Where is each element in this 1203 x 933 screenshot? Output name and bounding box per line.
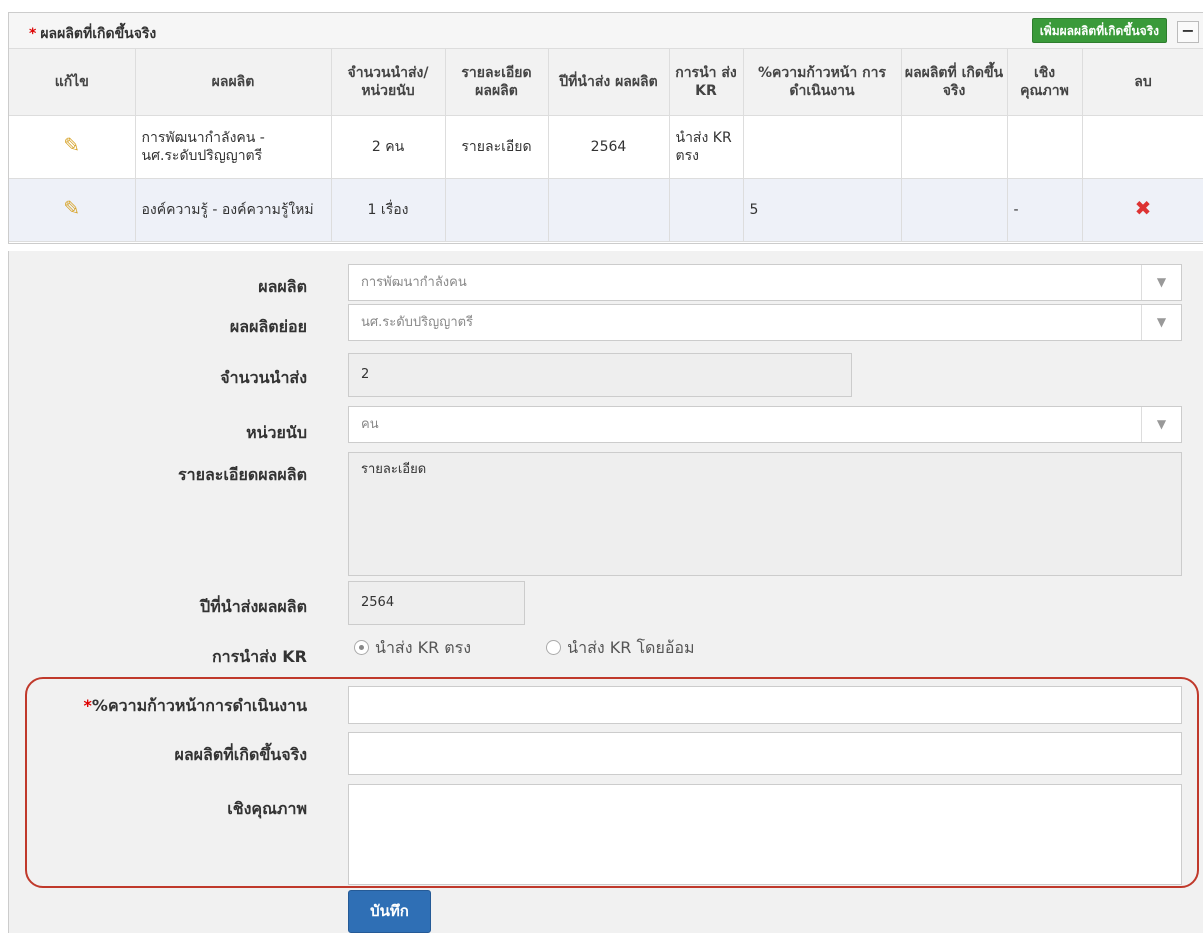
product-cell: องค์ความรู้ - องค์ความรู้ใหม่ — [135, 178, 332, 242]
panel-title-text: ผลผลิตที่เกิดขึ้นจริง — [40, 26, 157, 42]
progress-input[interactable] — [348, 686, 1182, 724]
product-label: ผลผลิต — [258, 277, 307, 296]
quality-cell: - — [1007, 178, 1083, 242]
progress-label: *%ความก้าวหน้าการดำเนินงาน — [84, 694, 307, 719]
actual-cell — [901, 178, 1008, 242]
col-header-product: ผลผลิต — [135, 49, 332, 116]
progress-cell — [743, 115, 902, 179]
edit-cell[interactable]: ✎ — [9, 178, 136, 242]
year-label: ปีที่นำส่งผลผลิต — [200, 597, 307, 616]
kr-cell — [669, 178, 744, 242]
subproduct-label: ผลผลิตย่อย — [229, 317, 307, 336]
quality-cell — [1007, 115, 1083, 179]
subproduct-select-value: นศ.ระดับปริญญาตรี — [361, 315, 474, 330]
col-header-edit: แก้ไข — [9, 49, 136, 116]
actual-output-panel: * ผลผลิตที่เกิดขึ้นจริง เพิ่มผลผลิตที่เกิ… — [8, 12, 1203, 244]
col-header-delete: ลบ — [1082, 49, 1203, 116]
progress-cell: 5 — [743, 178, 902, 242]
kr-option-direct-label: นำส่ง KR ตรง — [375, 638, 472, 657]
col-header-quality: เชิง คุณภาพ — [1007, 49, 1083, 116]
minimize-icon[interactable]: − — [1177, 21, 1199, 43]
delete-cell — [1082, 115, 1203, 179]
amount-field[interactable]: 2 — [348, 353, 852, 397]
pencil-icon[interactable]: ✎ — [63, 196, 80, 220]
year-cell — [548, 178, 670, 242]
unit-select-value: คน — [361, 417, 379, 432]
col-header-quantity: จำนวนนำส่ง/ หน่วยนับ — [331, 49, 446, 116]
detail-cell — [445, 178, 549, 242]
chevron-down-icon[interactable]: ▼ — [1141, 265, 1181, 300]
table-row: ✎ องค์ความรู้ - องค์ความรู้ใหม่ 1 เรื่อง… — [9, 178, 1203, 242]
radio-unchecked-icon[interactable] — [546, 640, 562, 655]
add-actual-output-button[interactable]: เพิ่มผลผลิตที่เกิดขึ้นจริง — [1031, 18, 1167, 43]
pencil-icon[interactable]: ✎ — [63, 133, 80, 157]
detail-textarea[interactable]: รายละเอียด — [348, 452, 1182, 576]
panel-title: * ผลผลิตที่เกิดขึ้นจริง — [29, 23, 156, 45]
detail-cell: รายละเอียด — [445, 115, 549, 179]
actual-input[interactable] — [348, 732, 1182, 775]
chevron-down-icon[interactable]: ▼ — [1141, 407, 1181, 442]
actual-cell — [901, 115, 1008, 179]
quantity-cell: 1 เรื่อง — [331, 178, 446, 242]
radio-checked-icon[interactable] — [354, 640, 369, 655]
panel-header: * ผลผลิตที่เกิดขึ้นจริง เพิ่มผลผลิตที่เกิ… — [9, 13, 1203, 49]
quality-textarea[interactable] — [348, 784, 1182, 885]
table-row: ✎ การพัฒนากำลังคน - นศ.ระดับปริญญาตรี 2 … — [9, 115, 1203, 179]
table-header-row: แก้ไข ผลผลิต จำนวนนำส่ง/ หน่วยนับ รายละเ… — [9, 49, 1203, 116]
actual-label: ผลผลิตที่เกิดขึ้นจริง — [174, 745, 308, 764]
kr-radio-group: นำส่ง KR ตรง นำส่ง KR โดยอ้อม — [354, 636, 765, 661]
output-form: ผลผลิต การพัฒนากำลังคน ▼ ผลผลิตย่อย นศ.ร… — [8, 251, 1203, 933]
kr-option-direct[interactable]: นำส่ง KR ตรง — [354, 636, 471, 661]
product-cell: การพัฒนากำลังคน - นศ.ระดับปริญญาตรี — [135, 115, 332, 179]
output-table: แก้ไข ผลผลิต จำนวนนำส่ง/ หน่วยนับ รายละเ… — [9, 49, 1203, 242]
chevron-down-icon[interactable]: ▼ — [1141, 305, 1181, 340]
subproduct-select[interactable]: นศ.ระดับปริญญาตรี ▼ — [348, 304, 1182, 341]
kr-option-indirect[interactable]: นำส่ง KR โดยอ้อม — [546, 636, 695, 661]
amount-label: จำนวนนำส่ง — [220, 368, 307, 387]
kr-cell: นำส่ง KR ตรง — [669, 115, 744, 179]
kr-option-indirect-label: นำส่ง KR โดยอ้อม — [567, 638, 695, 657]
kr-label: การนำส่ง KR — [211, 647, 307, 666]
progress-label-text: %ความก้าวหน้าการดำเนินงาน — [91, 696, 307, 715]
required-mark: * — [83, 696, 92, 715]
quantity-cell: 2 คน — [331, 115, 446, 179]
save-button[interactable]: บันทึก — [348, 890, 431, 933]
col-header-kr: การนำ ส่ง KR — [669, 49, 744, 116]
quality-label: เชิงคุณภาพ — [227, 799, 307, 818]
col-header-year: ปีที่นำส่ง ผลผลิต — [548, 49, 670, 116]
col-header-detail: รายละเอียด ผลผลิต — [445, 49, 549, 116]
product-select[interactable]: การพัฒนากำลังคน ▼ — [348, 264, 1182, 301]
detail-label: รายละเอียดผลผลิต — [178, 465, 307, 484]
product-select-value: การพัฒนากำลังคน — [361, 275, 467, 290]
year-field[interactable]: 2564 — [348, 581, 525, 625]
year-cell: 2564 — [548, 115, 670, 179]
unit-label: หน่วยนับ — [246, 423, 307, 442]
required-mark: * — [29, 26, 37, 42]
delete-cell[interactable]: ✖ — [1082, 178, 1203, 242]
unit-select[interactable]: คน ▼ — [348, 406, 1182, 443]
delete-x-icon[interactable]: ✖ — [1135, 196, 1152, 220]
col-header-actual: ผลผลิตที่ เกิดขึ้นจริง — [901, 49, 1008, 116]
edit-cell[interactable]: ✎ — [9, 115, 136, 179]
col-header-progress: %ความก้าวหน้า การดำเนินงาน — [743, 49, 902, 116]
